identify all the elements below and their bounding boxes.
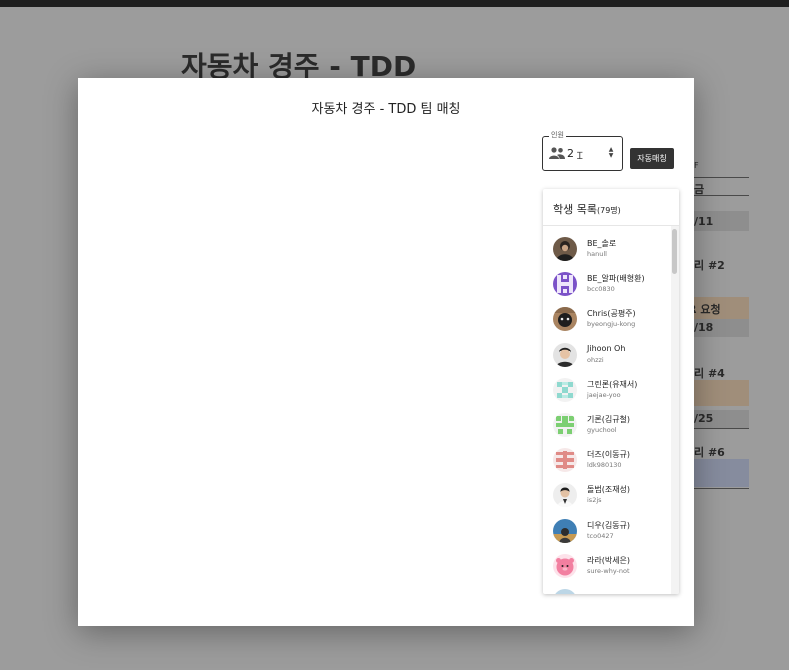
modal-title: 자동차 경주 - TDD 팀 매칭 [311,102,461,117]
student-name: 기론(김규철) [587,414,631,424]
student-list-header: 학생 목록(79명) [553,201,621,217]
auto-match-button[interactable]: 자동매칭 [630,148,674,169]
student-name: BE_알파(배형환) [587,274,645,284]
avatar [553,377,577,402]
student-name: 디우(김동규) [587,520,631,530]
student-name: Chris(공평주) [587,309,636,319]
student-login: ldk980130 [587,461,622,470]
member-count-legend: 인원 [549,130,566,140]
student-list-item[interactable]: Jihoon Oh ohzzi [543,339,671,374]
student-list-item[interactable]: 돌범(조재성) is2js [543,479,671,514]
avatar [553,588,577,594]
top-bar [0,0,789,7]
avatar [553,553,577,578]
student-login: is2js [587,496,602,505]
team-matching-modal: 자동차 경주 - TDD 팀 매칭 인원 2 Ɪ ▲ ▼ 자동매칭 학생 목록(… [78,78,694,626]
avatar [553,342,577,367]
people-icon [549,147,565,159]
student-list[interactable]: BE_솔로 hanull BE_알파(배형환) bcc0830 Chris(공평… [543,233,671,594]
student-list-item[interactable]: 더즈(이동규) ldk980130 [543,444,671,479]
student-name: 더즈(이동규) [587,450,631,460]
student-count: (79명) [596,206,621,215]
student-name: 돌범(조재성) [587,485,631,495]
student-list-item[interactable]: 디우(김동규) tco0427 [543,515,671,550]
avatar [553,412,577,437]
student-name: 라라(박세은) [587,555,631,565]
student-login: gyuchool [587,425,617,434]
student-name: BE_솔로 [587,239,617,248]
scrollbar-thumb[interactable] [672,229,677,274]
student-list-item[interactable]: 기론(김규철) gyuchool [543,409,671,444]
student-login: bcc0830 [587,285,615,294]
student-login: ohzzi [587,355,604,364]
text-cursor-icon: Ɪ [577,151,583,162]
student-login: jaejae-yoo [587,390,621,399]
avatar [553,448,577,473]
avatar [553,307,577,332]
student-list-item-partial[interactable] [543,585,671,594]
avatar [553,518,577,543]
member-count-field[interactable]: 인원 2 Ɪ ▲ ▼ [542,130,623,171]
student-login: byeongju-kong [587,320,636,329]
student-name: Jihoon Oh [587,343,626,353]
student-list-item[interactable]: 라라(박세은) sure-why-not [543,550,671,585]
student-list-item[interactable]: 그린론(유재서) jaejae-yoo [543,374,671,409]
student-list-title: 학생 목록 [553,203,597,216]
student-list-item[interactable]: BE_솔로 hanull [543,233,671,268]
student-login: tco0427 [587,531,614,540]
scrollbar-track[interactable] [671,226,679,594]
student-list-item[interactable]: Chris(공평주) byeongju-kong [543,303,671,338]
student-login: hanull [587,250,607,258]
panel-divider [543,225,679,226]
avatar [553,237,577,261]
student-list-panel: 학생 목록(79명) BE_솔로 hanull BE_알파(배형환) bcc08… [543,189,679,594]
stepper-down-icon[interactable]: ▼ [607,153,615,159]
count-stepper[interactable]: ▲ ▼ [607,147,615,161]
avatar [553,272,577,297]
student-login: sure-why-not [587,566,630,575]
student-name: 그린론(유재서) [587,379,638,389]
member-count-value[interactable]: 2 [567,147,574,160]
avatar [553,483,577,508]
student-list-item[interactable]: BE_알파(배형환) bcc0830 [543,268,671,303]
